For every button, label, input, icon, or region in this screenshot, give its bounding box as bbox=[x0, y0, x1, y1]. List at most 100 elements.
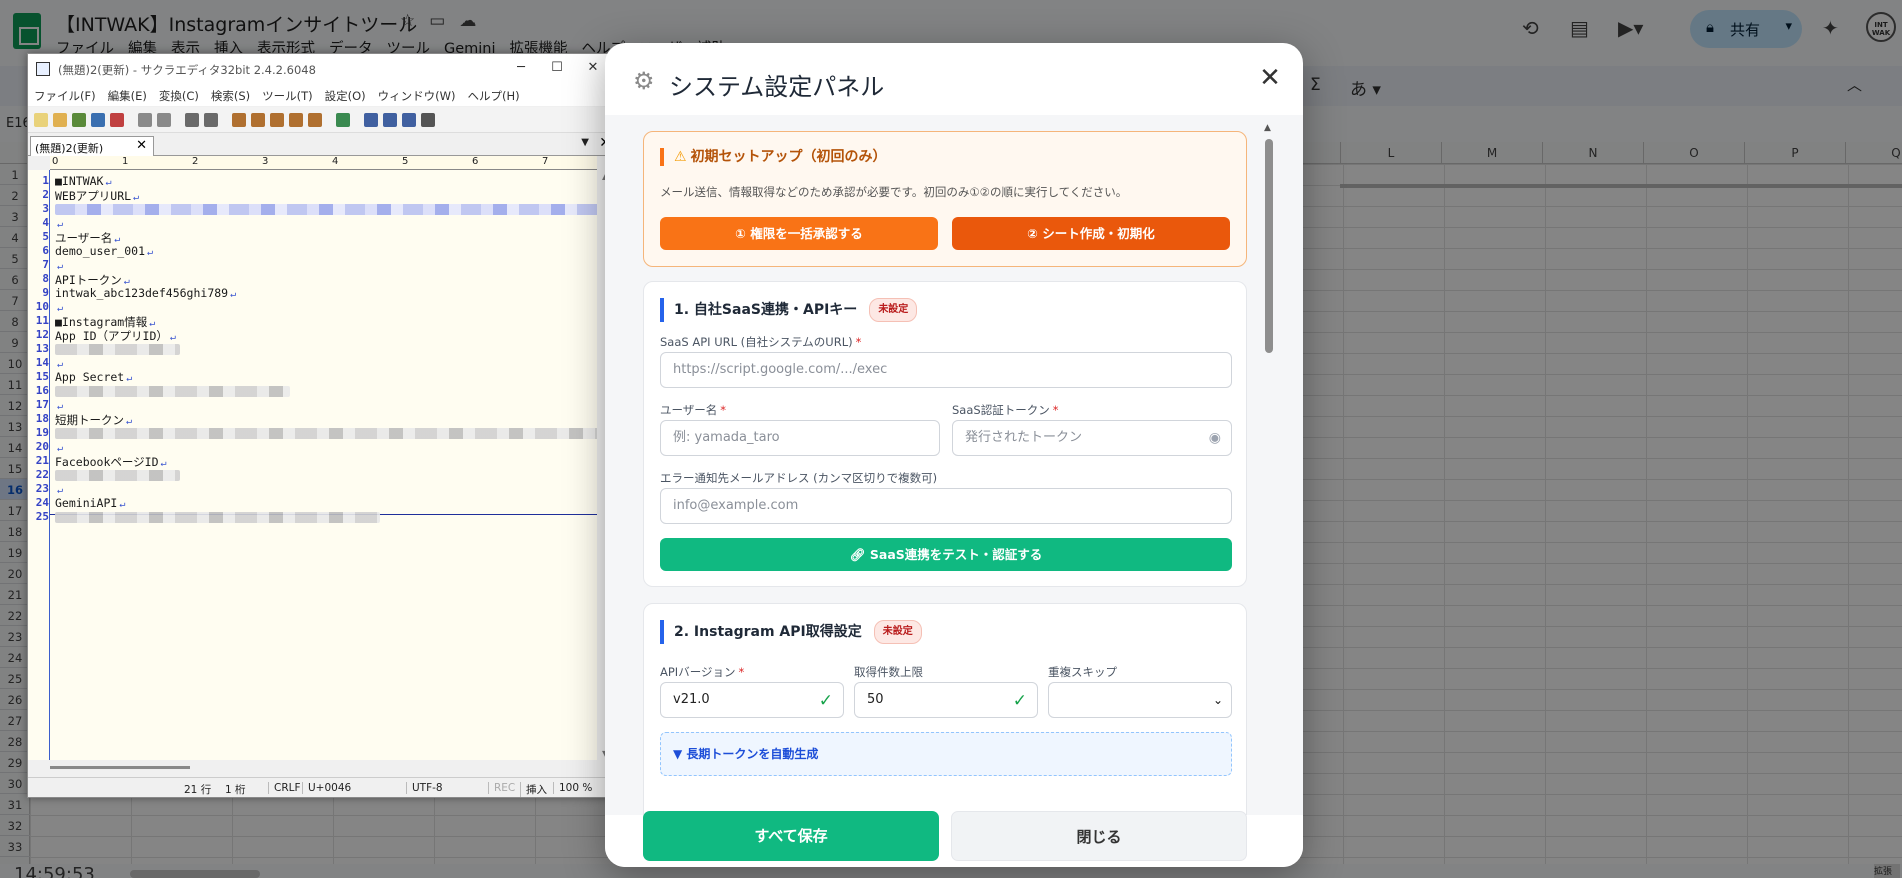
settings-icon[interactable] bbox=[402, 113, 416, 127]
api-version-value: v21.0 bbox=[673, 692, 710, 707]
long-token-generator[interactable]: ▼ 長期トークンを自動生成 bbox=[660, 732, 1232, 776]
instagram-section-card: 2. Instagram API取得設定 未設定 APIバージョン * v21.0 ✓… bbox=[643, 603, 1247, 815]
editor-line-text: App ID（アプリID） bbox=[55, 329, 168, 343]
init-sheets-button[interactable]: ② シート作成・初期化 bbox=[952, 217, 1230, 250]
editor-menu-item[interactable]: 編集(E) bbox=[108, 89, 147, 103]
editor-line[interactable]: App Secret ↵ bbox=[55, 370, 132, 384]
eol-type: CRLF bbox=[268, 782, 301, 794]
editor-line[interactable]: ↵ bbox=[55, 258, 63, 272]
line-number: 7 bbox=[42, 258, 49, 271]
editor-menu-item[interactable]: 設定(O) bbox=[325, 89, 366, 103]
redo-icon[interactable] bbox=[157, 113, 171, 127]
token-input[interactable]: 発行されたトークン ◉ bbox=[952, 420, 1232, 456]
scroll-thumb[interactable] bbox=[1265, 139, 1273, 353]
modal-scrollbar[interactable]: ▲ ▼ bbox=[1264, 123, 1274, 815]
modal-title: システム設定パネル bbox=[669, 73, 885, 101]
editor-menu-item[interactable]: ヘルプ(H) bbox=[468, 89, 520, 103]
editor-line[interactable]: ■Instagram情報 ↵ bbox=[55, 314, 155, 329]
tab-list-dropdown-icon[interactable]: ▼ bbox=[581, 137, 589, 148]
editor-line[interactable]: ↵ bbox=[55, 482, 63, 496]
search-prev-icon[interactable] bbox=[270, 113, 284, 127]
api-url-label-text: SaaS API URL (自社システムのURL) bbox=[660, 335, 853, 349]
editor-menu-item[interactable]: ファイル(F) bbox=[34, 89, 96, 103]
outline-icon[interactable] bbox=[364, 113, 378, 127]
gear-icon: ⚙ bbox=[633, 67, 655, 95]
minimize-icon[interactable]: ─ bbox=[503, 57, 539, 81]
editor-tab[interactable]: (無題)2(更新) ✕ bbox=[30, 136, 154, 156]
compare-icon[interactable] bbox=[383, 113, 397, 127]
limit-value: 50 bbox=[867, 692, 884, 707]
eye-icon[interactable]: ◉ bbox=[1209, 421, 1221, 455]
section1-title: 1. 自社SaaS連携・APIキー 未設定 bbox=[660, 298, 918, 322]
editor-text-area[interactable]: 1 2 3 4 5 6 7 8 9 10 11 12 13 14 15 16 17 18 19 20 21 22 23 24 2… bbox=[28, 170, 600, 760]
close-icon[interactable]: ✕ bbox=[1257, 65, 1283, 91]
section2-title: 2. Instagram API取得設定 未設定 bbox=[660, 620, 922, 644]
modal-body[interactable]: ⚠ 初期セットアップ（初回のみ） メール送信、情報取得などのため承認が必要です。初… bbox=[605, 115, 1303, 815]
encoding: UTF-8 bbox=[406, 782, 443, 794]
username-input[interactable]: 例: yamada_taro bbox=[660, 420, 940, 456]
search-icon[interactable] bbox=[232, 113, 246, 127]
editor-line[interactable]: ↵ bbox=[55, 216, 63, 230]
required-mark: * bbox=[738, 665, 745, 679]
limit-input[interactable]: 50 ✓ bbox=[854, 682, 1038, 718]
editor-line[interactable]: ↵ bbox=[55, 300, 63, 314]
editor-line[interactable]: demo_user_001 ↵ bbox=[55, 244, 153, 258]
editor-window-title: (無題)2(更新) - サクラエディタ32bit 2.4.2.6048 bbox=[58, 63, 316, 77]
save-icon[interactable] bbox=[91, 113, 105, 127]
status-badge: 未設定 bbox=[873, 620, 922, 644]
warning-icon: ⚠ bbox=[674, 149, 687, 165]
modal-header: ⚙ システム設定パネル ✕ bbox=[605, 43, 1303, 115]
editor-line[interactable]: 短期トークン ↵ bbox=[55, 412, 133, 427]
editor-menu-item[interactable]: ツール(T) bbox=[262, 89, 313, 103]
jump-back-icon[interactable] bbox=[185, 113, 199, 127]
new-file-icon[interactable] bbox=[34, 113, 48, 127]
editor-line[interactable]: ↵ bbox=[55, 440, 63, 454]
editor-horizontal-scrollbar[interactable] bbox=[28, 760, 597, 776]
editor-menu-item[interactable]: 変換(C) bbox=[159, 89, 199, 103]
setup-title-text: 初期セットアップ（初回のみ） bbox=[690, 149, 887, 165]
eol-mark-icon: ↵ bbox=[126, 416, 133, 427]
email-input[interactable]: info@example.com bbox=[660, 488, 1232, 524]
editor-menu-item[interactable]: ウィンドウ(W) bbox=[378, 89, 456, 103]
search-next-icon[interactable] bbox=[251, 113, 265, 127]
tag-jump-icon[interactable] bbox=[336, 113, 350, 127]
editor-line[interactable]: ユーザー名 ↵ bbox=[55, 230, 120, 245]
maximize-icon[interactable]: ☐ bbox=[539, 57, 575, 81]
save-all-icon[interactable] bbox=[110, 113, 124, 127]
window-list-icon[interactable] bbox=[421, 113, 435, 127]
scroll-thumb[interactable] bbox=[50, 766, 190, 769]
editor-line-text: ■Instagram情報 bbox=[55, 315, 148, 329]
editor-line[interactable]: WEBアプリURL ↵ bbox=[55, 188, 139, 203]
eol-mark-icon: ↵ bbox=[57, 485, 64, 496]
editor-line[interactable]: ↵ bbox=[55, 356, 63, 370]
editor-line[interactable]: App ID（アプリID） ↵ bbox=[55, 328, 176, 343]
test-saas-button[interactable]: 🔗︎ SaaS連携をテスト・認証する bbox=[660, 538, 1232, 571]
editor-line[interactable]: intwak_abc123def456ghi789 ↵ bbox=[55, 286, 236, 300]
editor-line[interactable]: FacebookページID ↵ bbox=[55, 454, 167, 469]
close-button[interactable]: 閉じる bbox=[951, 811, 1247, 861]
editor-line[interactable]: APIトークン ↵ bbox=[55, 272, 130, 287]
long-token-toggle[interactable]: ▼ 長期トークンを自動生成 bbox=[673, 745, 818, 762]
username-label: ユーザー名 * bbox=[660, 402, 726, 418]
jump-forward-icon[interactable] bbox=[204, 113, 218, 127]
undo-icon[interactable] bbox=[138, 113, 152, 127]
dropdown-icon[interactable] bbox=[72, 113, 86, 127]
save-all-button[interactable]: すべて保存 bbox=[643, 811, 939, 861]
editor-line[interactable]: GeminiAPI ↵ bbox=[55, 496, 125, 510]
eol-mark-icon: ↵ bbox=[126, 373, 133, 384]
api-version-input[interactable]: v21.0 ✓ bbox=[660, 682, 844, 718]
editor-titlebar[interactable]: (無題)2(更新) - サクラエディタ32bit 2.4.2.6048 ─ ☐ … bbox=[28, 54, 615, 84]
replace-icon[interactable] bbox=[289, 113, 303, 127]
open-file-icon[interactable] bbox=[53, 113, 67, 127]
test-saas-label: SaaS連携をテスト・認証する bbox=[869, 547, 1043, 562]
editor-menu-item[interactable]: 検索(S) bbox=[211, 89, 250, 103]
line-number-gutter: 1 2 3 4 5 6 7 8 9 10 11 12 13 14 15 16 17 18 19 20 21 22 23 24 2… bbox=[28, 170, 50, 760]
api-url-input[interactable]: https://script.google.com/.../exec bbox=[660, 352, 1232, 388]
skip-select[interactable]: ⌄ bbox=[1048, 682, 1232, 718]
editor-line[interactable]: ■INTWAK ↵ bbox=[55, 174, 112, 188]
editor-line[interactable]: ↵ bbox=[55, 398, 63, 412]
authorize-button[interactable]: ① 権限を一括承認する bbox=[660, 217, 938, 250]
scroll-up-icon[interactable]: ▲ bbox=[1264, 123, 1271, 133]
grep-icon[interactable] bbox=[308, 113, 322, 127]
tab-close-icon[interactable]: ✕ bbox=[136, 138, 147, 153]
